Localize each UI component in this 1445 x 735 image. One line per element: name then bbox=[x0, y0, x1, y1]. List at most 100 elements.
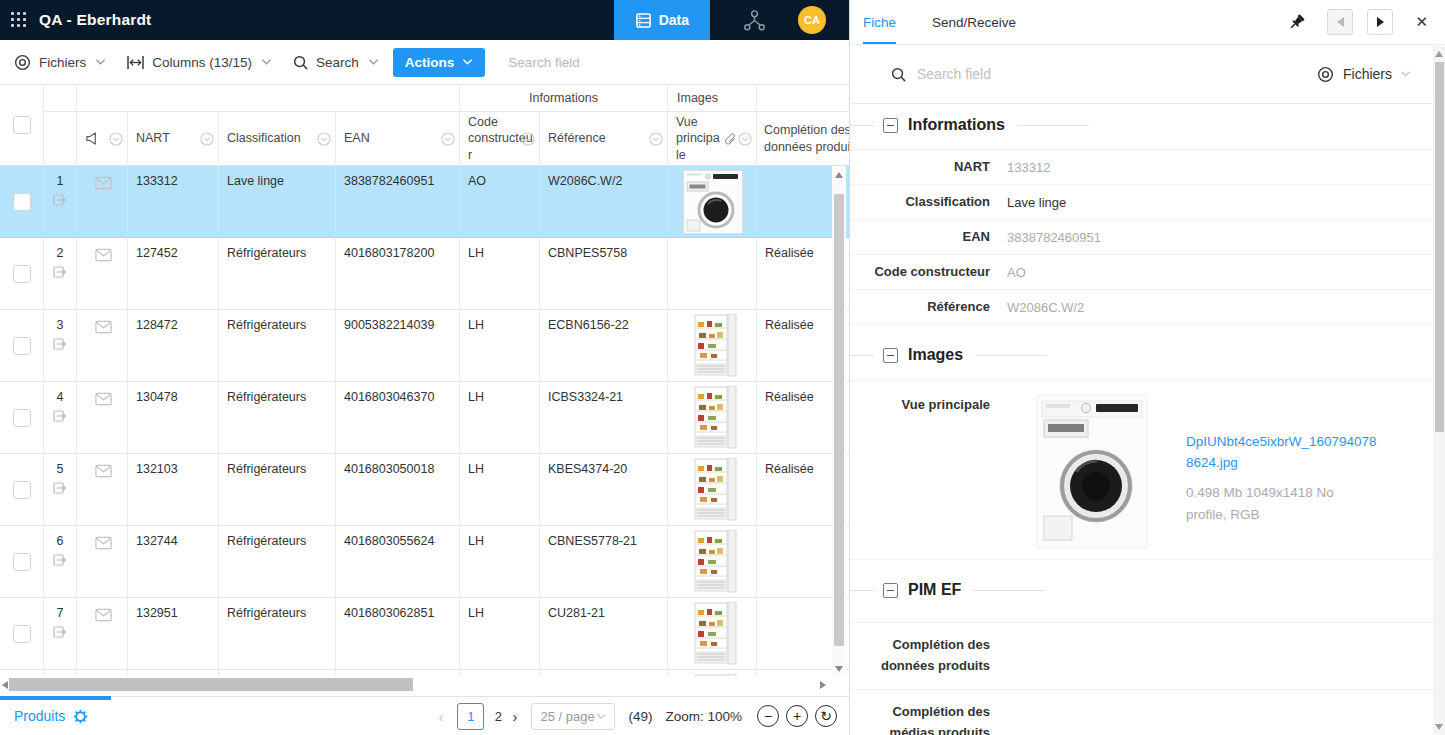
column-header-code-constructeur[interactable]: Code constructeur bbox=[460, 112, 540, 166]
prev-page-button[interactable]: ‹ bbox=[438, 708, 443, 725]
panel-scrollbar[interactable] bbox=[1433, 46, 1445, 735]
refresh-button[interactable]: ↻ bbox=[815, 705, 837, 727]
cell-classification: Lave linge bbox=[219, 166, 336, 238]
filter-icon[interactable] bbox=[521, 132, 535, 146]
pin-icon bbox=[1288, 14, 1305, 31]
page-size-select[interactable]: 25 / page bbox=[531, 703, 615, 730]
column-header-reference[interactable]: Référence bbox=[540, 112, 668, 166]
tab-send-receive[interactable]: Send/Receive bbox=[932, 0, 1016, 44]
envelope-icon[interactable] bbox=[95, 392, 112, 406]
column-header-completion[interactable]: Complétion des données produi bbox=[757, 112, 849, 166]
column-header-classification[interactable]: Classification bbox=[219, 112, 336, 166]
vue-principale-image[interactable] bbox=[1036, 394, 1148, 549]
cell-vue-principale bbox=[668, 238, 757, 310]
scroll-left-arrow[interactable] bbox=[2, 681, 8, 689]
column-header-notifications[interactable] bbox=[77, 112, 128, 166]
next-page-button[interactable]: › bbox=[512, 708, 517, 725]
envelope-icon[interactable] bbox=[95, 608, 112, 622]
actions-button[interactable]: Actions bbox=[393, 48, 486, 77]
pin-button[interactable] bbox=[1288, 14, 1305, 31]
expand-row-icon[interactable] bbox=[53, 625, 67, 639]
row-checkbox[interactable] bbox=[13, 409, 31, 427]
expand-row-icon[interactable] bbox=[53, 265, 67, 279]
table-row[interactable]: 4 130478 Réfrigérateurs 4016803046370 LH… bbox=[0, 382, 849, 454]
product-thumbnail[interactable] bbox=[683, 386, 743, 450]
envelope-icon[interactable] bbox=[95, 248, 112, 262]
filter-icon[interactable] bbox=[200, 132, 214, 146]
zoom-out-button[interactable]: − bbox=[757, 705, 779, 727]
column-header-ean[interactable]: EAN bbox=[336, 112, 460, 166]
envelope-icon[interactable] bbox=[95, 536, 112, 550]
triangle-left-icon bbox=[1337, 17, 1344, 27]
column-header-vue-principale[interactable]: Vue principale bbox=[668, 112, 757, 166]
expand-row-icon[interactable] bbox=[53, 337, 67, 351]
page-2-button[interactable]: 2 bbox=[486, 709, 510, 724]
app-grid-icon[interactable] bbox=[11, 12, 28, 29]
table-row[interactable]: 2 127452 Réfrigérateurs 4016803178200 LH… bbox=[0, 238, 849, 310]
collapse-icon[interactable] bbox=[883, 583, 898, 598]
expand-row-icon[interactable] bbox=[53, 553, 67, 567]
row-checkbox[interactable] bbox=[13, 193, 31, 211]
envelope-icon[interactable] bbox=[95, 464, 112, 478]
product-thumbnail[interactable] bbox=[683, 458, 743, 522]
scroll-down-arrow[interactable] bbox=[835, 666, 843, 672]
row-checkbox[interactable] bbox=[13, 265, 31, 283]
filter-icon[interactable] bbox=[738, 132, 752, 146]
expand-row-icon[interactable] bbox=[53, 409, 67, 423]
row-checkbox[interactable] bbox=[13, 625, 31, 643]
table-row[interactable]: 1 133312 Lave linge 3838782460951 AO W20… bbox=[0, 166, 849, 238]
envelope-icon[interactable] bbox=[95, 176, 112, 190]
row-checkbox[interactable] bbox=[13, 553, 31, 571]
media-filename-link[interactable]: DpIUNbt4ce5ixbrW_1607940788624.jpg bbox=[1186, 431, 1380, 473]
table-horizontal-scrollbar[interactable] bbox=[0, 676, 849, 696]
filter-icon[interactable] bbox=[109, 132, 123, 146]
data-nav-button[interactable]: Data bbox=[614, 0, 710, 40]
search-field-input[interactable]: Search field bbox=[508, 55, 579, 70]
next-record-button[interactable] bbox=[1367, 9, 1393, 35]
product-thumbnail[interactable] bbox=[683, 602, 743, 666]
product-thumbnail[interactable] bbox=[683, 530, 743, 594]
close-panel-button[interactable]: ✕ bbox=[1415, 13, 1428, 31]
table-row[interactable]: 3 128472 Réfrigérateurs 9005382214039 LH… bbox=[0, 310, 849, 382]
panel-fichiers-dropdown[interactable]: Fichiers bbox=[1316, 65, 1411, 84]
fichiers-dropdown[interactable]: Fichiers bbox=[13, 53, 106, 72]
table-row[interactable]: 7 132951 Réfrigérateurs 4016803062851 LH… bbox=[0, 598, 849, 670]
user-avatar[interactable]: CA bbox=[798, 6, 826, 34]
columns-dropdown[interactable]: Columns (13/15) bbox=[126, 55, 272, 70]
table-row[interactable]: 6 132744 Réfrigérateurs 4016803055624 LH… bbox=[0, 526, 849, 598]
select-all-checkbox[interactable] bbox=[13, 116, 31, 134]
row-checkbox[interactable] bbox=[13, 481, 31, 499]
row-checkbox[interactable] bbox=[13, 337, 31, 355]
zoom-in-button[interactable]: + bbox=[786, 705, 808, 727]
envelope-icon[interactable] bbox=[95, 320, 112, 334]
scrollbar-thumb[interactable] bbox=[834, 194, 844, 646]
collapse-icon[interactable] bbox=[883, 348, 898, 363]
page-1-button[interactable]: 1 bbox=[457, 703, 484, 730]
hierarchy-nav-button[interactable] bbox=[710, 8, 798, 33]
table-row[interactable]: 5 132103 Réfrigérateurs 4016803050018 LH… bbox=[0, 454, 849, 526]
produits-view-tab[interactable]: Produits bbox=[14, 708, 88, 724]
prev-record-button[interactable] bbox=[1327, 9, 1353, 35]
filter-icon[interactable] bbox=[649, 132, 663, 146]
filter-icon[interactable] bbox=[317, 132, 331, 146]
cell-nart: 132951 bbox=[128, 598, 219, 670]
scroll-up-arrow[interactable] bbox=[1435, 51, 1443, 57]
scrollbar-thumb[interactable] bbox=[9, 678, 413, 691]
product-thumbnail[interactable] bbox=[683, 314, 743, 378]
filter-icon[interactable] bbox=[441, 132, 455, 146]
search-dropdown[interactable]: Search bbox=[292, 54, 379, 71]
scroll-down-arrow[interactable] bbox=[1435, 724, 1443, 730]
expand-row-icon[interactable] bbox=[53, 481, 67, 495]
field-row: Code constructeur AO bbox=[850, 255, 1445, 290]
collapse-icon[interactable] bbox=[883, 118, 898, 133]
table-vertical-scrollbar[interactable] bbox=[832, 166, 846, 676]
column-header-nart[interactable]: NART bbox=[128, 112, 219, 166]
product-thumbnail[interactable] bbox=[683, 170, 743, 234]
scroll-up-arrow[interactable] bbox=[835, 172, 843, 178]
panel-search-input[interactable]: Search field bbox=[917, 66, 991, 82]
expand-row-icon[interactable] bbox=[53, 193, 67, 207]
scroll-right-arrow[interactable] bbox=[820, 681, 826, 689]
gear-icon[interactable] bbox=[73, 709, 88, 724]
scrollbar-thumb[interactable] bbox=[1435, 62, 1444, 432]
tab-fiche[interactable]: Fiche bbox=[863, 0, 896, 44]
